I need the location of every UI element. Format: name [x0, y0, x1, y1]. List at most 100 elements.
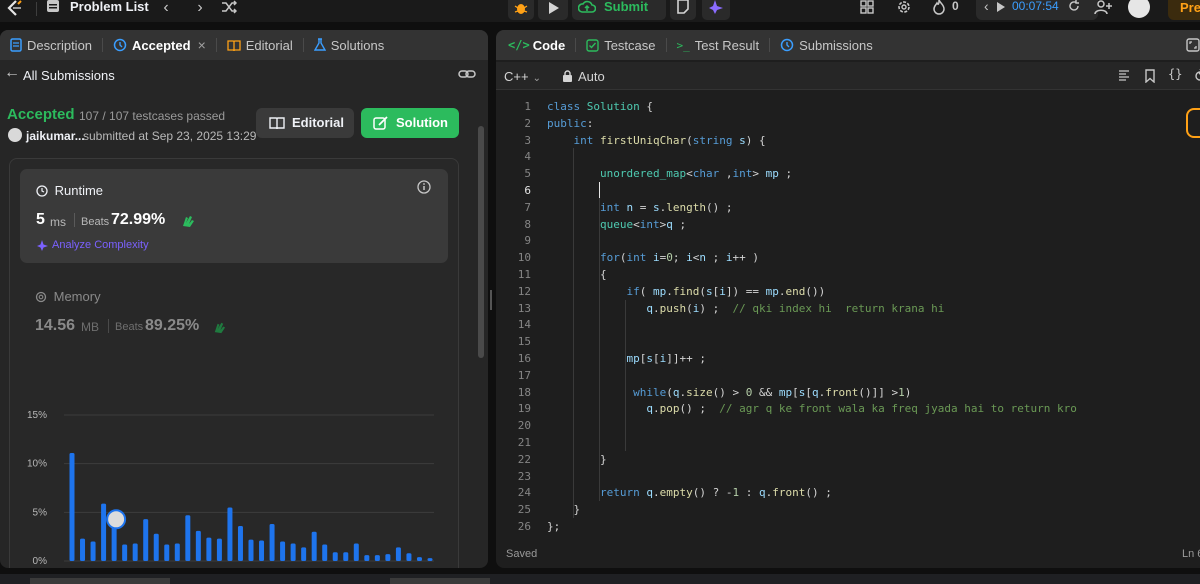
- distribution-bar[interactable]: [143, 519, 149, 561]
- code-line[interactable]: 5 unordered_map<char ,int> mp ;: [496, 165, 1200, 182]
- distribution-bar[interactable]: [395, 547, 401, 561]
- shuffle-icon[interactable]: [221, 0, 237, 14]
- your-result-avatar-marker[interactable]: [106, 509, 127, 530]
- left-panel-scrollbar[interactable]: [478, 126, 484, 358]
- code-line[interactable]: 18 while(q.size() > 0 && mp[s[q.front()]…: [496, 384, 1200, 401]
- next-problem-icon[interactable]: ›: [190, 0, 210, 17]
- analyze-complexity-link[interactable]: Analyze Complexity: [36, 239, 149, 251]
- code-line[interactable]: 19 q.pop() ; // agr q ke front wala ka f…: [496, 400, 1200, 417]
- code-line[interactable]: 9: [496, 232, 1200, 249]
- code-line[interactable]: 14: [496, 316, 1200, 333]
- streak-fire-icon[interactable]: [932, 0, 946, 15]
- distribution-bar[interactable]: [416, 557, 422, 561]
- code-line[interactable]: 10 for(int i=0; i<n ; i++ ): [496, 249, 1200, 266]
- distribution-bar[interactable]: [301, 547, 307, 561]
- run-button[interactable]: [538, 0, 568, 20]
- notes-button[interactable]: [670, 0, 696, 20]
- code-line[interactable]: 15: [496, 333, 1200, 350]
- bookmark-icon[interactable]: [1144, 69, 1156, 83]
- code-line[interactable]: 24 return q.empty() ? -1 : q.front() ;: [496, 484, 1200, 501]
- panel-resize-handle[interactable]: [490, 290, 492, 310]
- solution-button[interactable]: Solution: [361, 108, 459, 138]
- link-icon[interactable]: [458, 68, 476, 80]
- code-line[interactable]: 6: [496, 182, 1200, 199]
- code-line[interactable]: 26};: [496, 518, 1200, 535]
- reset-timer-icon[interactable]: [1068, 0, 1080, 14]
- tab-solutions[interactable]: Solutions: [310, 30, 388, 60]
- layout-grid-icon[interactable]: [860, 0, 874, 14]
- code-editor[interactable]: 1 class Solution {2 public: 3 int firstUniq…: [496, 94, 1200, 544]
- distribution-bar[interactable]: [353, 543, 359, 561]
- editorial-button[interactable]: Editorial: [256, 108, 354, 138]
- ai-assist-button[interactable]: [702, 0, 730, 20]
- distribution-bar[interactable]: [227, 507, 233, 561]
- format-code-icon[interactable]: [1118, 69, 1130, 81]
- code-line[interactable]: 16 mp[s[i]]++ ;: [496, 350, 1200, 367]
- language-selector[interactable]: C++ ⌄: [504, 69, 541, 84]
- code-line[interactable]: 25 }: [496, 501, 1200, 518]
- submitter-username[interactable]: jaikumar...: [26, 129, 85, 143]
- tab-test-result[interactable]: >_ Test Result: [673, 30, 764, 60]
- floating-assistant-button[interactable]: [1186, 108, 1200, 138]
- code-line[interactable]: 1 class Solution {: [496, 98, 1200, 115]
- user-avatar[interactable]: [1128, 0, 1150, 18]
- distribution-bar[interactable]: [122, 544, 128, 561]
- distribution-bar[interactable]: [195, 530, 201, 561]
- distribution-bar[interactable]: [153, 533, 159, 561]
- code-line[interactable]: 2 public:: [496, 115, 1200, 132]
- code-line[interactable]: 17: [496, 367, 1200, 384]
- taskbar-item[interactable]: [390, 578, 490, 584]
- code-line[interactable]: 13 q.push(i) ; // qki index hi return kr…: [496, 300, 1200, 317]
- tab-description[interactable]: Description: [6, 30, 96, 60]
- distribution-bar[interactable]: [248, 539, 254, 561]
- distribution-bar[interactable]: [259, 540, 265, 561]
- code-line[interactable]: 4: [496, 148, 1200, 165]
- code-line[interactable]: 3 int firstUniqChar(string s) {: [496, 132, 1200, 149]
- code-line[interactable]: 20: [496, 417, 1200, 434]
- distribution-bar[interactable]: [374, 555, 380, 561]
- timer-collapse-icon[interactable]: ‹: [984, 0, 989, 14]
- distribution-bar[interactable]: [216, 538, 222, 561]
- distribution-bar[interactable]: [80, 538, 86, 561]
- distribution-bar[interactable]: [280, 541, 286, 561]
- distribution-bar[interactable]: [90, 541, 96, 561]
- expand-panel-icon[interactable]: [1186, 38, 1200, 52]
- reset-code-icon[interactable]: [1194, 69, 1200, 83]
- debug-button[interactable]: [508, 0, 534, 20]
- code-line[interactable]: 22 }: [496, 451, 1200, 468]
- code-line[interactable]: 7 int n = s.length() ;: [496, 199, 1200, 216]
- settings-gear-icon[interactable]: [896, 0, 912, 15]
- prev-problem-icon[interactable]: ‹: [156, 0, 176, 17]
- distribution-bar[interactable]: [237, 525, 243, 561]
- distribution-bar[interactable]: [101, 503, 107, 561]
- distribution-bar[interactable]: [427, 558, 433, 561]
- all-submissions-link[interactable]: All Submissions: [23, 68, 115, 83]
- distribution-bar[interactable]: [269, 524, 275, 561]
- tab-editorial[interactable]: Editorial: [223, 30, 297, 60]
- tab-submissions[interactable]: Submissions: [776, 30, 877, 60]
- close-tab-icon[interactable]: ×: [198, 37, 206, 53]
- distribution-bar[interactable]: [185, 515, 191, 561]
- problem-list-link[interactable]: Problem List: [70, 0, 149, 14]
- distribution-bar[interactable]: [311, 531, 317, 561]
- problem-list-icon[interactable]: [46, 0, 60, 14]
- distribution-bar[interactable]: [164, 544, 170, 561]
- memory-title[interactable]: Memory: [35, 289, 101, 304]
- code-line[interactable]: 12 if( mp.find(s[i]) == mp.end()): [496, 283, 1200, 300]
- tab-accepted[interactable]: Accepted ×: [109, 30, 210, 60]
- distribution-bar[interactable]: [385, 554, 391, 561]
- code-line[interactable]: 23: [496, 468, 1200, 485]
- code-line[interactable]: 8 queue<int>q ;: [496, 216, 1200, 233]
- runtime-distribution-chart[interactable]: 15%10%5%0%10ms20ms30ms: [0, 372, 470, 568]
- distribution-bar[interactable]: [406, 553, 412, 561]
- info-icon[interactable]: [417, 180, 431, 194]
- add-friend-icon[interactable]: [1094, 0, 1112, 15]
- back-arrow-icon[interactable]: ←: [4, 64, 20, 82]
- leetcode-logo-icon[interactable]: [4, 0, 24, 16]
- premium-button[interactable]: Pre: [1168, 0, 1200, 20]
- braces-icon[interactable]: {}: [1168, 67, 1182, 81]
- distribution-bar[interactable]: [174, 543, 180, 561]
- tab-code[interactable]: </> Code: [504, 30, 569, 60]
- distribution-bar[interactable]: [322, 544, 328, 561]
- runtime-card[interactable]: Runtime 5 ms Beats 72.99% Analyze Comple…: [20, 169, 448, 263]
